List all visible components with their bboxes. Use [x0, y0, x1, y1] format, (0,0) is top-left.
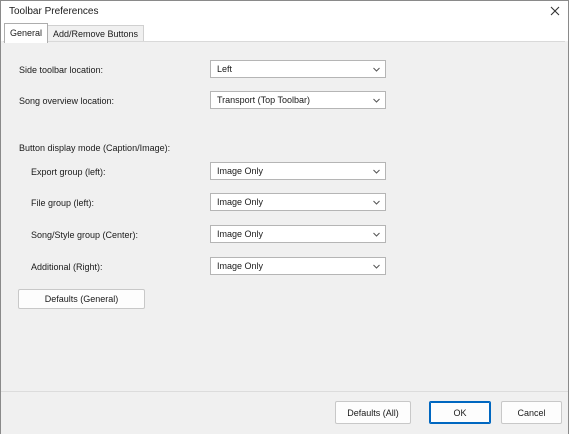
chevron-down-icon: [373, 264, 380, 269]
defaults-all-button[interactable]: Defaults (All): [335, 401, 411, 424]
song-style-group-label: Song/Style group (Center):: [31, 230, 139, 240]
button-display-mode-heading: Button display mode (Caption/Image):: [19, 143, 171, 153]
tab-strip: General Add/Remove Buttons: [1, 21, 568, 43]
general-panel: Side toolbar location: Left Song overvie…: [3, 41, 565, 392]
additional-group-value: Image Only: [217, 261, 264, 271]
song-overview-location-label: Song overview location:: [19, 96, 115, 106]
song-overview-location-select[interactable]: Transport (Top Toolbar): [210, 91, 386, 109]
chevron-down-icon: [373, 67, 380, 72]
song-style-group-select[interactable]: Image Only: [210, 225, 386, 243]
file-group-value: Image Only: [217, 197, 264, 207]
side-toolbar-location-value: Left: [217, 64, 233, 74]
title-bar: Toolbar Preferences: [1, 1, 568, 21]
cancel-button[interactable]: Cancel: [501, 401, 562, 424]
side-toolbar-location-label: Side toolbar location:: [19, 65, 104, 75]
close-button[interactable]: [542, 1, 568, 21]
close-icon: [550, 6, 560, 16]
additional-group-label: Additional (Right):: [31, 262, 103, 272]
chevron-down-icon: [373, 98, 380, 103]
chevron-down-icon: [373, 232, 380, 237]
tab-general[interactable]: General: [4, 23, 48, 43]
window-title: Toolbar Preferences: [9, 6, 99, 17]
dialog-footer: Defaults (All) OK Cancel: [1, 391, 568, 434]
defaults-general-button[interactable]: Defaults (General): [18, 289, 145, 309]
file-group-label: File group (left):: [31, 198, 95, 208]
export-group-label: Export group (left):: [31, 167, 106, 177]
song-overview-location-value: Transport (Top Toolbar): [217, 95, 311, 105]
export-group-value: Image Only: [217, 166, 264, 176]
ok-button[interactable]: OK: [429, 401, 491, 424]
chevron-down-icon: [373, 200, 380, 205]
song-style-group-value: Image Only: [217, 229, 264, 239]
file-group-select[interactable]: Image Only: [210, 193, 386, 211]
tab-add-remove-buttons[interactable]: Add/Remove Buttons: [47, 25, 144, 42]
additional-group-select[interactable]: Image Only: [210, 257, 386, 275]
export-group-select[interactable]: Image Only: [210, 162, 386, 180]
toolbar-preferences-dialog: Toolbar Preferences General Add/Remove B…: [0, 0, 569, 434]
chevron-down-icon: [373, 169, 380, 174]
side-toolbar-location-select[interactable]: Left: [210, 60, 386, 78]
